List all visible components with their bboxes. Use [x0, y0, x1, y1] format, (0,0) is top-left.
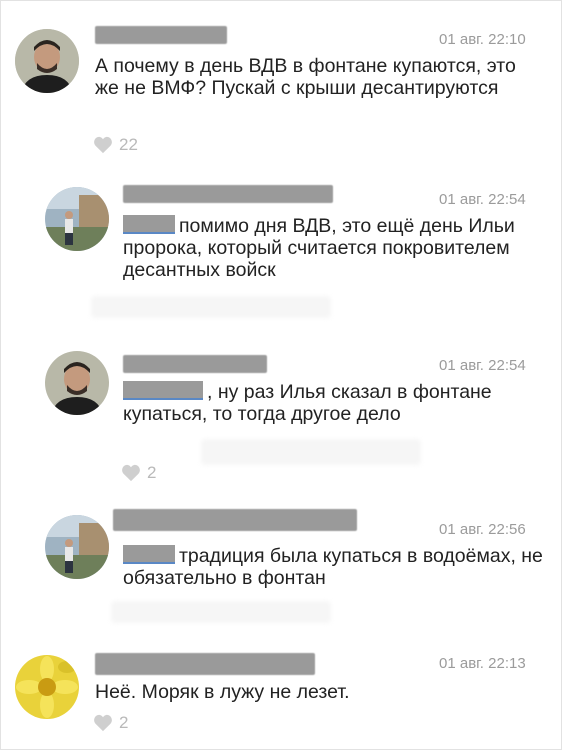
comment-item: 01 авг. 22:54 помимо дня ВДВ, это ещё де… [1, 161, 561, 341]
redacted-author-name[interactable] [123, 185, 333, 203]
man-portrait-icon [45, 351, 109, 415]
like-count: 2 [147, 463, 157, 482]
like-button[interactable]: 2 [93, 713, 128, 733]
comment-text: помимо дня ВДВ, это ещё день Ильи пророк… [123, 215, 543, 281]
avatar[interactable] [45, 515, 109, 579]
heart-icon [94, 136, 112, 154]
comment-timestamp: 01 авг. 22:13 [439, 655, 526, 672]
redacted-author-name[interactable] [123, 355, 267, 373]
comment-text-body: помимо дня ВДВ, это ещё день Ильи пророк… [123, 215, 515, 281]
comment-item: 01 авг. 22:56 традиция была купаться в в… [1, 491, 561, 641]
comment-timestamp: 01 авг. 22:54 [439, 191, 526, 208]
redacted-mention[interactable] [123, 215, 175, 234]
redacted-author-name[interactable] [95, 653, 315, 675]
redacted-author-name[interactable] [113, 509, 357, 531]
heart-icon [94, 714, 112, 732]
comment-text: Неё. Моряк в лужу не лезет. [95, 681, 350, 703]
comment-item: 01 авг. 22:54 , ну раз Илья сказал в фон… [1, 341, 561, 491]
comment-item: 01 авг. 22:10 А почему в день ВДВ в фонт… [1, 1, 561, 161]
redacted-author-name[interactable] [95, 26, 227, 44]
faded-artifact [111, 601, 331, 623]
comment-text: , ну раз Илья сказал в фонтане купаться,… [123, 381, 543, 425]
outdoor-person-icon [45, 187, 109, 251]
yellow-flower-icon [15, 655, 79, 719]
avatar[interactable] [15, 29, 79, 93]
like-button[interactable]: 22 [93, 135, 138, 155]
like-count: 2 [119, 713, 129, 732]
like-button[interactable]: 2 [121, 463, 156, 483]
comment-timestamp: 01 авг. 22:10 [439, 31, 526, 48]
comment-timestamp: 01 авг. 22:54 [439, 357, 526, 374]
comment-timestamp: 01 авг. 22:56 [439, 521, 526, 538]
heart-icon [122, 464, 140, 482]
outdoor-person-icon [45, 515, 109, 579]
comment-text: традиция была купаться в водоёмах, не об… [123, 545, 543, 589]
comments-thread: 01 авг. 22:10 А почему в день ВДВ в фонт… [0, 0, 562, 750]
avatar[interactable] [15, 655, 79, 719]
faded-artifact [91, 296, 331, 318]
man-portrait-icon [15, 29, 79, 93]
comment-item: 01 авг. 22:13 Неё. Моряк в лужу не лезет… [1, 641, 561, 749]
redacted-mention[interactable] [123, 381, 203, 400]
like-count: 22 [119, 135, 138, 154]
avatar[interactable] [45, 187, 109, 251]
faded-artifact [201, 439, 421, 465]
comment-text: А почему в день ВДВ в фонтане купаются, … [95, 55, 516, 99]
redacted-mention[interactable] [123, 545, 175, 564]
avatar[interactable] [45, 351, 109, 415]
comment-text-body: традиция была купаться в водоёмах, не об… [123, 545, 543, 589]
